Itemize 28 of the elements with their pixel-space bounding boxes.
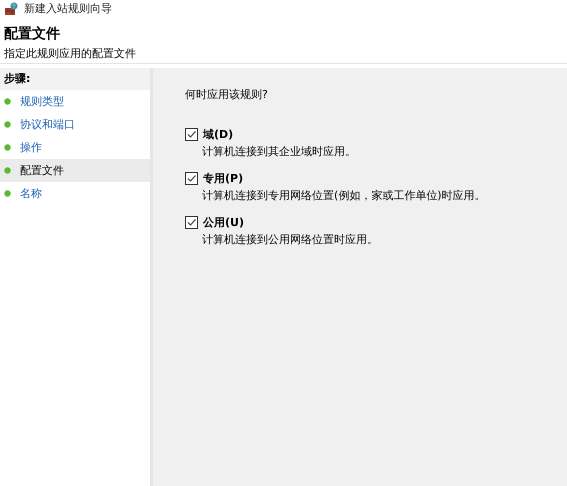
check-icon [186, 217, 197, 228]
bullet-icon [4, 167, 11, 174]
step-item[interactable]: 操作 [0, 136, 150, 159]
step-item[interactable]: 规则类型 [0, 90, 150, 113]
checkbox[interactable] [185, 172, 198, 185]
firewall-icon [4, 2, 18, 14]
step-item[interactable]: 名称 [0, 182, 150, 205]
option-label: 域(D) [203, 127, 234, 142]
steps-heading: 步骤: [0, 68, 150, 90]
bullet-icon [4, 144, 11, 151]
checkbox[interactable] [185, 216, 198, 229]
option-description: 计算机连接到其企业域时应用。 [201, 144, 357, 159]
option-label: 专用(P) [203, 171, 244, 186]
option-description: 计算机连接到专用网络位置(例如，家或工作单位)时应用。 [201, 188, 487, 203]
option-description: 计算机连接到公用网络位置时应用。 [201, 232, 379, 247]
step-item[interactable]: 协议和端口 [0, 113, 150, 136]
bullet-icon [4, 190, 11, 197]
check-icon [186, 129, 197, 140]
window-title: 新建入站规则向导 [24, 0, 112, 16]
page-subtitle: 指定此规则应用的配置文件 [4, 46, 137, 62]
option-label: 公用(U) [203, 215, 244, 230]
check-icon [186, 173, 197, 184]
bullet-icon [4, 98, 11, 105]
step-item[interactable]: 配置文件 [0, 159, 150, 182]
page-title: 配置文件 [4, 25, 61, 43]
bullet-icon [4, 121, 11, 128]
question-text: 何时应用该规则? [185, 87, 269, 102]
checkbox[interactable] [185, 128, 198, 141]
